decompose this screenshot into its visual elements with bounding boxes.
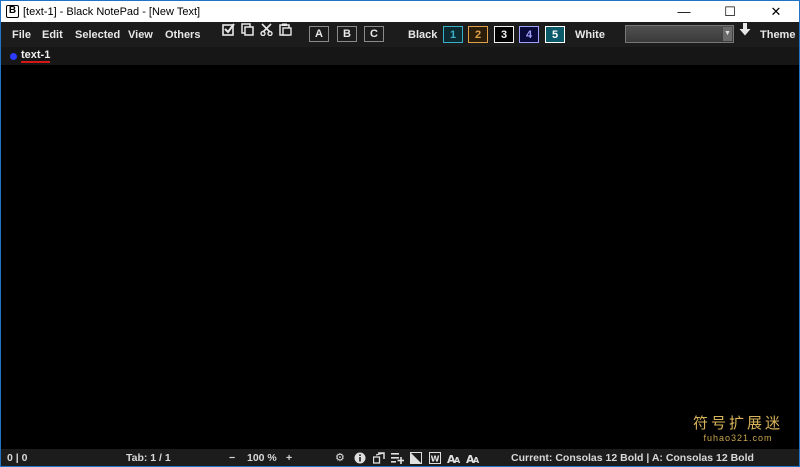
color-2-button[interactable]: 2 bbox=[468, 26, 488, 43]
menu-others[interactable]: Others bbox=[165, 22, 200, 47]
font-a-button[interactable]: A bbox=[309, 26, 329, 42]
color-1-button[interactable]: 1 bbox=[443, 26, 463, 43]
status-bar: 0 | 0 Tab: 1 / 1 − 100 % + ⚙ W AA AA Cur… bbox=[1, 449, 799, 466]
menu-file[interactable]: File bbox=[12, 22, 31, 47]
menu-view[interactable]: View bbox=[128, 22, 153, 47]
maximize-button[interactable]: ☐ bbox=[707, 1, 753, 22]
cursor-position: 0 | 0 bbox=[7, 451, 28, 464]
font-info: Current: Consolas 12 Bold | A: Consolas … bbox=[511, 451, 754, 464]
paste-icon[interactable] bbox=[278, 22, 292, 36]
swap-icon[interactable] bbox=[373, 449, 385, 466]
menu-selected[interactable]: Selected bbox=[75, 22, 120, 47]
window-title: [text-1] - Black NotePad - [New Text] bbox=[23, 5, 201, 18]
info-icon[interactable] bbox=[354, 449, 366, 466]
font-size-increase-icon[interactable]: AA bbox=[447, 449, 461, 466]
toolbar: File Edit Selected View Others A B C Bla… bbox=[1, 22, 799, 47]
tab-label: text-1 bbox=[21, 49, 51, 63]
white-theme-label[interactable]: White bbox=[575, 22, 605, 47]
copy-icon[interactable] bbox=[240, 22, 254, 36]
title-bar: B [text-1] - Black NotePad - [New Text] … bbox=[1, 1, 799, 22]
menu-edit[interactable]: Edit bbox=[42, 22, 63, 47]
watermark-title: 符号扩展迷 bbox=[692, 414, 783, 432]
app-logo-icon: B bbox=[6, 5, 19, 18]
tab-color-dot bbox=[10, 52, 17, 60]
watermark: 符号扩展迷 fuhao321.com bbox=[693, 412, 783, 443]
svg-text:W: W bbox=[431, 454, 440, 463]
text-editor[interactable]: 符号扩展迷 fuhao321.com bbox=[1, 65, 799, 449]
font-size-decrease-icon[interactable]: AA bbox=[466, 449, 480, 466]
zoom-in-button[interactable]: + bbox=[286, 449, 292, 466]
watermark-url: fuhao321.com bbox=[703, 433, 773, 443]
zoom-out-button[interactable]: − bbox=[229, 449, 235, 466]
font-b-button[interactable]: B bbox=[337, 26, 357, 42]
checkbox-icon[interactable] bbox=[221, 22, 235, 36]
window-controls: — ☐ ✕ bbox=[661, 1, 799, 22]
minimize-button[interactable]: — bbox=[661, 1, 707, 22]
tab-text-1[interactable]: text-1 bbox=[10, 48, 51, 64]
app-window: B [text-1] - Black NotePad - [New Text] … bbox=[0, 0, 800, 467]
theme-dropdown[interactable]: ▼ bbox=[625, 25, 734, 43]
close-button[interactable]: ✕ bbox=[753, 1, 799, 22]
contrast-icon[interactable] bbox=[410, 449, 422, 466]
color-5-button[interactable]: 5 bbox=[545, 26, 565, 43]
cut-icon[interactable] bbox=[259, 22, 273, 36]
chevron-down-icon[interactable]: ▼ bbox=[723, 27, 732, 41]
svg-text:A: A bbox=[473, 456, 480, 464]
font-c-button[interactable]: C bbox=[364, 26, 384, 42]
theme-label[interactable]: Theme bbox=[760, 22, 795, 47]
settings-gear-icon[interactable]: ⚙ bbox=[335, 449, 345, 466]
color-3-button[interactable]: 3 bbox=[494, 26, 514, 43]
download-arrow-icon[interactable] bbox=[738, 22, 752, 36]
color-4-button[interactable]: 4 bbox=[519, 26, 539, 43]
tab-strip: text-1 bbox=[1, 47, 799, 65]
zoom-level: 100 % bbox=[247, 451, 277, 464]
tab-count: Tab: 1 / 1 bbox=[126, 451, 171, 464]
list-add-icon[interactable] bbox=[391, 449, 404, 466]
svg-text:A: A bbox=[454, 456, 461, 464]
word-wrap-icon[interactable]: W bbox=[429, 449, 441, 466]
black-theme-label[interactable]: Black bbox=[408, 22, 437, 47]
